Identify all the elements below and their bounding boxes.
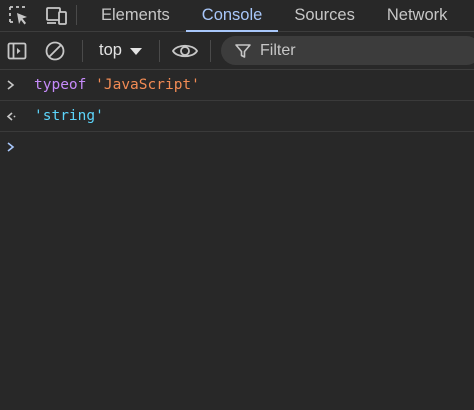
input-string-literal: 'JavaScript' [95,77,200,93]
toolbar-separator [159,40,160,62]
result-arrow-icon [0,110,34,122]
input-keyword: typeof [34,77,87,93]
input-prompt-chevron-icon [0,79,34,91]
context-selector[interactable]: top [99,32,143,69]
console-output: typeof 'JavaScript' 'string' [0,70,474,162]
caret-down-icon [129,47,142,55]
devtools-tab-bar: Elements Console Sources Network [0,0,474,32]
console-result-row: 'string' [0,101,474,132]
inspect-element-icon[interactable] [0,0,38,31]
tab-elements[interactable]: Elements [77,0,186,31]
clear-console-icon[interactable] [44,32,66,69]
filter-icon [235,43,251,58]
toolbar-separator [210,40,211,62]
console-toolbar: top Filter [0,32,474,70]
sidebar-toggle-icon[interactable] [6,32,28,69]
console-input-row: typeof 'JavaScript' [0,70,474,101]
result-value: 'string' [34,108,104,124]
tab-network[interactable]: Network [371,0,464,31]
filter-placeholder: Filter [260,41,296,59]
toolbar-separator [82,40,83,62]
console-prompt[interactable] [0,132,474,162]
context-label: top [99,41,122,59]
tab-sources[interactable]: Sources [278,0,371,31]
live-expression-eye-icon[interactable] [171,32,199,69]
tab-console[interactable]: Console [185,0,279,32]
filter-input[interactable]: Filter [221,36,474,65]
device-toolbar-icon[interactable] [38,0,76,31]
prompt-chevron-icon [0,141,34,153]
